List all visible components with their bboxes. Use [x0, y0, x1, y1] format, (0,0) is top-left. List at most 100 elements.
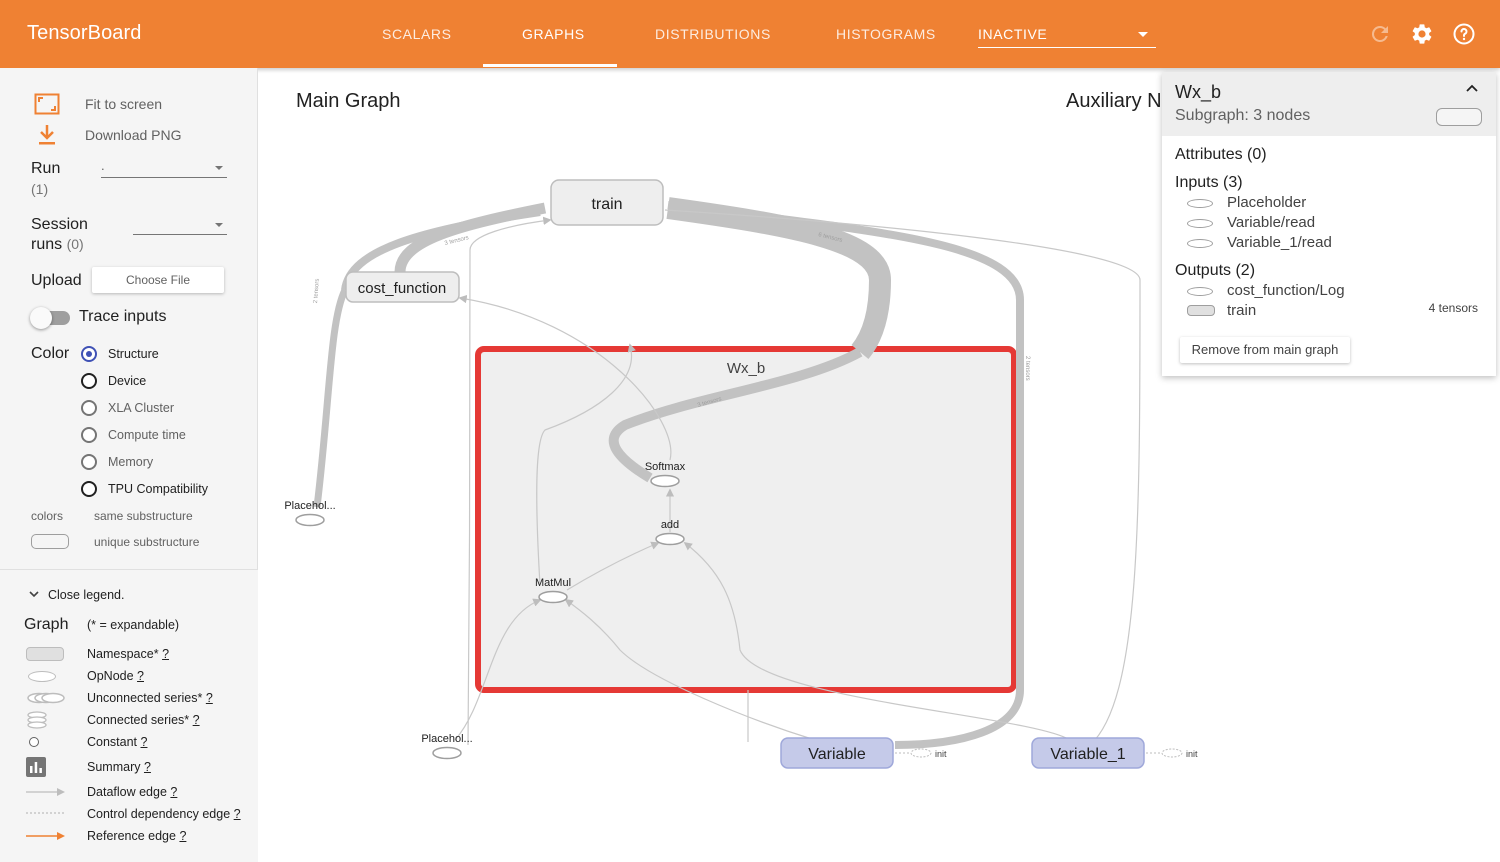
legend-constant-help[interactable]: ? [141, 735, 148, 749]
legend-constant-label: Constant [87, 735, 138, 749]
session-runs-label: Session [31, 216, 88, 233]
softmax-node-label: Softmax [645, 461, 686, 473]
tab-graphs[interactable]: GRAPHS [522, 26, 585, 42]
run-select-underline [101, 177, 227, 178]
legend-connected-help[interactable]: ? [193, 713, 200, 727]
add-node[interactable] [655, 532, 685, 546]
color-radio-xla-cluster[interactable] [81, 400, 97, 416]
variable-node-label: Variable [808, 746, 866, 763]
wx-b-namespace-node[interactable] [475, 346, 1017, 693]
inactive-dropdown[interactable]: INACTIVE [978, 26, 1156, 48]
reference-edge-swatch [26, 832, 65, 840]
tab-scalars[interactable]: SCALARS [382, 26, 452, 42]
placeholder-node-1[interactable] [295, 513, 325, 527]
control-dependency-edge-swatch [26, 812, 64, 814]
variable-init-node[interactable] [910, 748, 932, 758]
graph-canvas[interactable]: 3 tensors 6 tensors 3 tensors 2 tensors … [258, 68, 1162, 862]
legend-summary: Summary ? [87, 760, 151, 774]
legend-reference-label: Reference edge [87, 829, 176, 843]
refresh-icon[interactable] [1368, 22, 1392, 46]
caret-down-icon [215, 166, 223, 170]
caret-down-icon [215, 223, 223, 227]
color-radio-tpu[interactable] [81, 481, 97, 497]
legend-namespace-label: Namespace* [87, 647, 159, 661]
close-legend-button[interactable]: Close legend. [48, 588, 124, 602]
variable-1-node-label: Variable_1 [1050, 746, 1125, 763]
variable-1-init-node[interactable] [1161, 748, 1183, 758]
legend-connected-label: Connected series* [87, 713, 190, 727]
legend-reference-help[interactable]: ? [179, 829, 186, 843]
unconnected-series-swatch [27, 692, 65, 704]
input-item[interactable]: Placeholder [1227, 194, 1306, 211]
input-op-icon [1187, 239, 1213, 248]
chevron-up-icon[interactable] [1466, 84, 1478, 92]
color-radio-device[interactable] [81, 373, 97, 389]
download-png-button[interactable]: Download PNG [85, 127, 182, 143]
color-radio-compute-time[interactable] [81, 427, 97, 443]
help-icon[interactable] [1452, 22, 1476, 46]
wx-b-namespace-label: Wx_b [727, 360, 765, 377]
matmul-node-label: MatMul [535, 577, 571, 589]
outputs-title: Outputs (2) [1175, 262, 1256, 279]
color-radio-structure[interactable] [81, 346, 97, 362]
tab-distributions[interactable]: DISTRIBUTIONS [655, 26, 771, 42]
legend-dataflow-help[interactable]: ? [170, 785, 177, 799]
variable-1-init[interactable]: init [1160, 745, 1204, 761]
tab-histograms[interactable]: HISTOGRAMS [836, 26, 936, 42]
colors-label: colors [31, 509, 64, 523]
trace-inputs-label: Trace inputs [79, 308, 167, 325]
softmax-node[interactable] [650, 474, 680, 488]
color-radio-memory[interactable] [81, 454, 97, 470]
graph-legend: Close legend. Graph (* = expandable) Nam… [0, 570, 258, 862]
edge-label-variable-train: 2 tensors [1024, 356, 1030, 381]
top-app-bar: TensorBoard SCALARS GRAPHS DISTRIBUTIONS… [0, 0, 1500, 68]
fit-to-screen-button[interactable]: Fit to screen [85, 96, 162, 112]
info-card-header: Wx_b Subgraph: 3 nodes [1162, 72, 1496, 136]
settings-icon[interactable] [1410, 22, 1434, 46]
variable-init-label: init [935, 749, 947, 759]
legend-opnode-label: OpNode [87, 669, 134, 683]
input-item[interactable]: Variable_1/read [1227, 234, 1332, 251]
legend-opnode-help[interactable]: ? [137, 669, 144, 683]
trace-inputs-toggle[interactable] [30, 307, 52, 329]
attributes-title: Attributes (0) [1175, 146, 1267, 163]
legend-control-label: Control dependency edge [87, 807, 231, 821]
info-node-subtitle: Subgraph: 3 nodes [1175, 107, 1311, 124]
color-option-xla-cluster: XLA Cluster [108, 401, 175, 415]
variable-1-init-label: init [1186, 749, 1198, 759]
legend-summary-help[interactable]: ? [144, 760, 151, 774]
legend-control-help[interactable]: ? [234, 807, 241, 821]
color-option-compute-time: Compute time [108, 428, 186, 442]
edge-placeholder-to-cost [313, 288, 349, 508]
output-item[interactable]: train [1227, 302, 1256, 319]
constant-swatch [29, 737, 39, 747]
namespace-swatch [26, 647, 64, 661]
legend-control-edge: Control dependency edge ? [87, 807, 241, 821]
legend-dataflow-edge: Dataflow edge ? [87, 785, 177, 799]
session-runs-select[interactable] [133, 218, 227, 236]
input-item[interactable]: Variable/read [1227, 214, 1315, 231]
node-shape-swatch [1436, 108, 1482, 126]
chevron-down-icon[interactable] [29, 590, 39, 598]
legend-graph-title: Graph [24, 616, 69, 633]
placeholder-node-2[interactable] [432, 746, 462, 760]
node-info-card: Wx_b Subgraph: 3 nodes Attributes (0) In… [1162, 72, 1496, 376]
run-select[interactable]: . [101, 158, 227, 178]
legend-unconnected-help[interactable]: ? [206, 691, 213, 705]
run-label: Run [31, 160, 61, 177]
session-runs-label-2: runs (0) [31, 236, 84, 254]
add-node-label: add [661, 519, 679, 531]
legend-namespace-help[interactable]: ? [162, 647, 169, 661]
info-node-name: Wx_b [1175, 82, 1222, 102]
matmul-node[interactable] [538, 590, 568, 604]
output-item[interactable]: cost_function/Log [1227, 282, 1345, 299]
download-icon[interactable] [37, 124, 57, 146]
edge-cost-to-train-b [394, 202, 547, 273]
legend-summary-label: Summary [87, 760, 141, 774]
output-op-icon [1187, 287, 1213, 296]
remove-from-main-graph-button[interactable]: Remove from main graph [1180, 337, 1350, 363]
legend-unconnected-series: Unconnected series* ? [87, 691, 213, 705]
fit-to-screen-icon[interactable] [34, 93, 60, 115]
legend-opnode: OpNode ? [87, 669, 144, 683]
choose-file-button[interactable]: Choose File [92, 267, 224, 293]
